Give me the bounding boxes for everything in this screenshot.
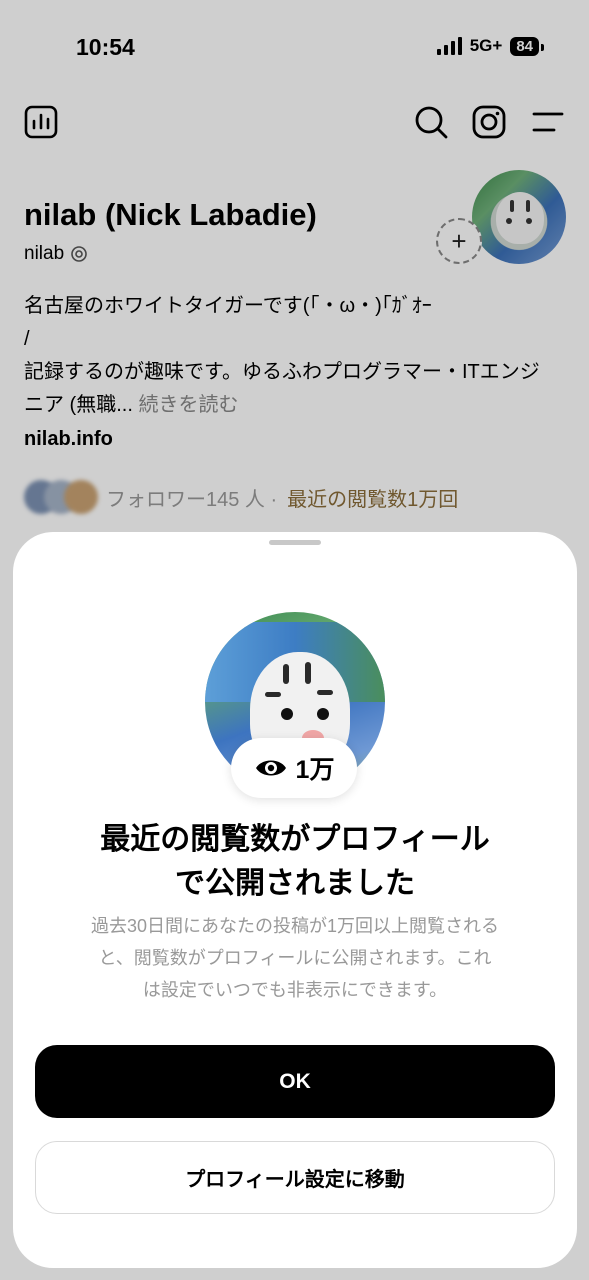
desc-line: と、閲覧数がプロフィールに公開されます。これ (98, 948, 492, 968)
ok-button[interactable]: OK (35, 1045, 555, 1118)
desc-line: は設定でいつでも非表示にできます。 (142, 980, 448, 1000)
go-to-profile-settings-button[interactable]: プロフィール設定に移動 (35, 1141, 555, 1214)
views-info-sheet: 1万 最近の閲覧数がプロフィール で公開されました 過去30日間にあなたの投稿が… (13, 532, 577, 1268)
title-line: 最近の閲覧数がプロフィール (100, 823, 490, 856)
views-badge-count: 1万 (295, 756, 335, 784)
screen: 10:54 5G+ 84 nilab (Nick Labadie) nilab (0, 0, 589, 1280)
title-line: で公開されました (175, 867, 415, 900)
sheet-grabber[interactable] (269, 540, 321, 545)
views-badge: 1万 (231, 738, 357, 798)
sheet-title: 最近の閲覧数がプロフィール で公開されました (13, 818, 577, 906)
eye-icon (255, 760, 286, 776)
sheet-description: 過去30日間にあなたの投稿が1万回以上閲覧される と、閲覧数がプロフィールに公開… (61, 910, 529, 1006)
desc-line: 過去30日間にあなたの投稿が1万回以上閲覧される (90, 916, 500, 936)
